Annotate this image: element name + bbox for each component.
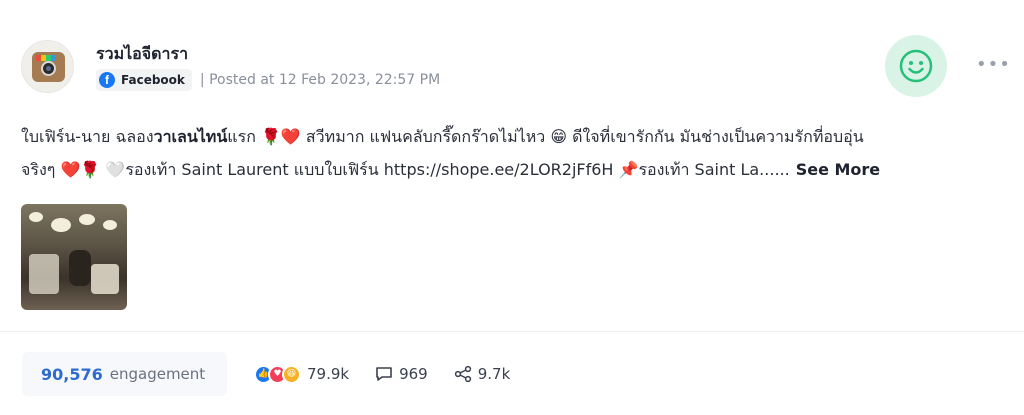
post-image-thumbnail[interactable] bbox=[21, 204, 127, 310]
author-name[interactable]: รวมไอจีดารา bbox=[96, 42, 188, 67]
more-options-icon[interactable]: ••• bbox=[976, 54, 1011, 75]
platform-label: Facebook bbox=[121, 73, 185, 87]
comments-count: 969 bbox=[399, 365, 428, 383]
author-avatar[interactable] bbox=[21, 40, 74, 93]
posted-timestamp: | Posted at 12 Feb 2023, 22:57 PM bbox=[199, 72, 441, 88]
smiley-positive-icon bbox=[899, 49, 933, 83]
post-text: ใบเฟิร์น-นาย ฉลอง bbox=[21, 127, 154, 146]
share-icon bbox=[454, 365, 471, 383]
camera-logo-icon bbox=[32, 52, 65, 82]
post-line-1: ใบเฟิร์น-นาย ฉลองวาเลนไทน์แรก 🌹❤️ สวีทมา… bbox=[21, 120, 1001, 153]
shares-count: 9.7k bbox=[477, 365, 511, 383]
divider bbox=[0, 331, 1024, 332]
post-stats: 👍 ♥ 😆 79.9k 969 9.7k bbox=[254, 352, 510, 396]
reactions-stat[interactable]: 👍 ♥ 😆 79.9k bbox=[254, 364, 350, 384]
haha-icon: 😆 bbox=[282, 364, 301, 384]
post-text: จริงๆ ❤️🌹 🤍รองเท้า Saint Laurent แบบใบเฟ… bbox=[21, 160, 790, 179]
sentiment-button[interactable] bbox=[885, 35, 947, 97]
post-line-2: จริงๆ ❤️🌹 🤍รองเท้า Saint Laurent แบบใบเฟ… bbox=[21, 153, 1001, 186]
engagement-label: engagement bbox=[109, 365, 206, 383]
post-text: แรก 🌹❤️ สวีทมาก แฟนคลับกรี๊ดกร๊าดไม่ไหว … bbox=[227, 127, 864, 146]
reactions-count: 79.9k bbox=[307, 365, 350, 383]
post-body: ใบเฟิร์น-นาย ฉลองวาเลนไทน์แรก 🌹❤️ สวีทมา… bbox=[21, 120, 1001, 186]
post-hashtag-bold: วาเลนไทน์ bbox=[153, 127, 228, 146]
social-post-card: รวมไอจีดารา f Facebook | Posted at 12 Fe… bbox=[0, 0, 1024, 415]
engagement-box: 90,576 engagement bbox=[22, 352, 227, 396]
comments-stat[interactable]: 969 bbox=[375, 365, 428, 383]
platform-badge: f Facebook bbox=[96, 69, 192, 91]
post-meta: f Facebook | Posted at 12 Feb 2023, 22:5… bbox=[96, 69, 440, 91]
facebook-icon: f bbox=[99, 72, 115, 88]
comment-icon bbox=[376, 367, 392, 381]
shares-stat[interactable]: 9.7k bbox=[454, 365, 511, 383]
see-more-link[interactable]: See More bbox=[796, 160, 880, 179]
engagement-value: 90,576 bbox=[41, 364, 103, 384]
